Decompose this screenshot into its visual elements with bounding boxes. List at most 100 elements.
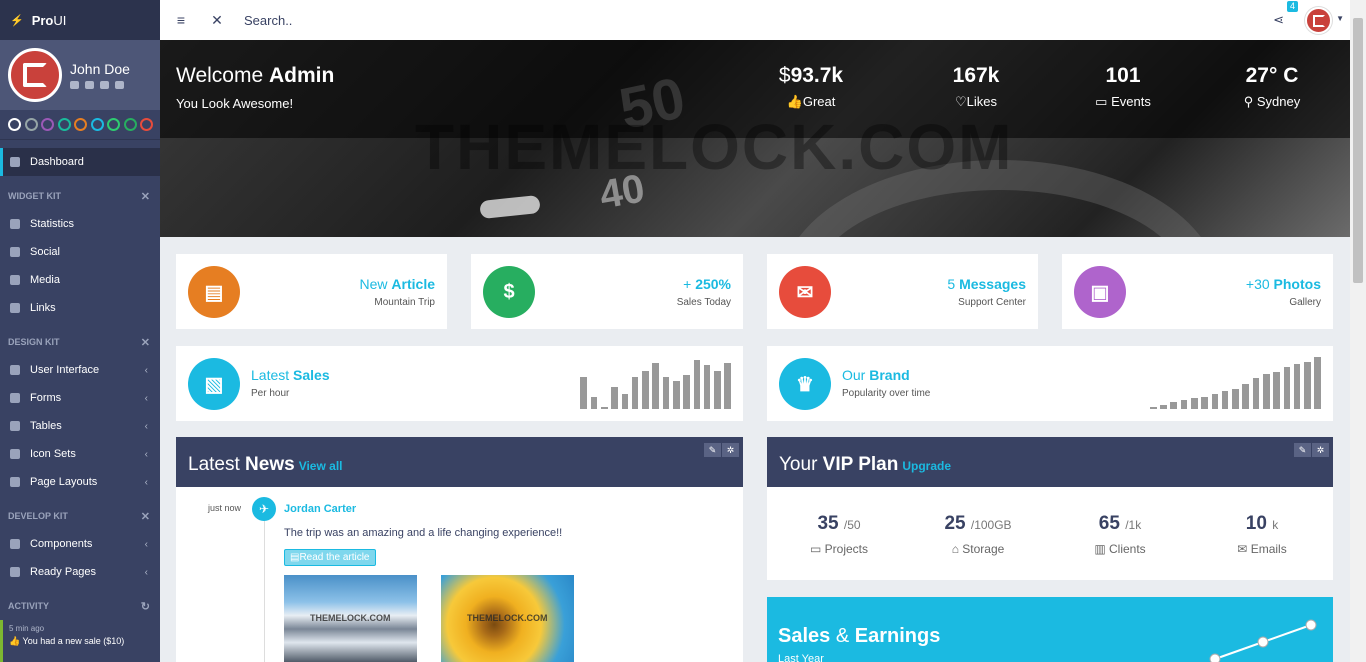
sidebar-item-page-layouts[interactable]: Page Layouts ‹ — [0, 468, 160, 496]
sales-bar — [601, 407, 608, 409]
news-block-body: just now ✈ Jordan Carter The trip was an… — [176, 487, 743, 662]
user-profile-icon[interactable] — [70, 81, 79, 89]
brush-icon — [10, 567, 20, 577]
share-icon[interactable]: ⋖ — [1273, 12, 1284, 28]
theme-dot-5[interactable] — [90, 118, 104, 131]
sidebar-item-label: Social — [30, 246, 60, 258]
scrollbar[interactable] — [1350, 0, 1366, 662]
grid-icon — [10, 477, 20, 487]
airplane-icon: ✈ — [252, 497, 276, 521]
theme-dot-4[interactable] — [74, 118, 87, 131]
nav-header-label: ACTIVITY — [8, 601, 50, 611]
view-all-link[interactable]: View all — [299, 459, 343, 473]
earnings-point[interactable] — [1209, 653, 1221, 662]
map-marker-icon: ⚲ — [1243, 94, 1257, 109]
widget-subtitle: Mountain Trip — [374, 297, 435, 308]
sidebar-item-links[interactable]: Links — [0, 294, 160, 322]
theme-dot-8[interactable] — [140, 118, 153, 131]
sidebar-item-components[interactable]: Components ‹ — [0, 530, 160, 558]
sparkline-our-brand — [1149, 357, 1321, 409]
news-image-mountain[interactable]: THEMELOCK.COM — [284, 575, 417, 662]
widget-subtitle: Sales Today — [676, 297, 731, 308]
hero-stat-events[interactable]: 101 ▭ Events — [1068, 64, 1178, 110]
sidebar-item-ready-pages[interactable]: Ready Pages ‹ — [0, 558, 160, 586]
theme-dot-2[interactable] — [41, 118, 54, 131]
hdd-icon: ⌂ — [951, 542, 963, 556]
pencil-icon[interactable]: ✎ — [704, 443, 721, 457]
sign-out-icon[interactable] — [115, 81, 124, 89]
earnings-point[interactable] — [1257, 636, 1269, 648]
sidebar-item-label: Forms — [30, 392, 62, 404]
widget-title-bold: Messages — [959, 276, 1026, 292]
chevron-down-icon[interactable]: ▼ — [1336, 14, 1344, 23]
scrollbar-thumb[interactable] — [1353, 18, 1363, 283]
sidebar-item-user-interface[interactable]: User Interface ‹ — [0, 356, 160, 384]
news-image-flower[interactable]: THEMELOCK.COM — [441, 575, 574, 662]
sidebar-item-tables[interactable]: Tables ‹ — [0, 412, 160, 440]
read-article-button[interactable]: ▤ Read the article — [284, 549, 376, 566]
gear-icon[interactable] — [100, 81, 109, 89]
wrench-toggle-icon[interactable]: ✕ — [202, 0, 232, 40]
widget-photos[interactable]: ▣ +30 Photos Gallery — [1062, 254, 1333, 329]
wrench-icon[interactable]: ✕ — [141, 336, 150, 349]
nav-header-design-kit: DESIGN KIT ✕ — [0, 328, 160, 356]
brand-bar — [1314, 357, 1321, 409]
theme-selector — [0, 110, 160, 140]
heart-icon: ♡ — [954, 94, 967, 109]
widget-messages[interactable]: ✉ 5 Messages Support Center — [767, 254, 1038, 329]
vip-stat-clients: 65 /1k ▥ Clients — [1050, 513, 1190, 556]
pencil-icon[interactable]: ✎ — [1294, 443, 1311, 457]
chevron-left-icon: ‹ — [144, 538, 148, 550]
envelope-icon[interactable] — [85, 81, 94, 89]
sidebar-item-icon-sets[interactable]: Icon Sets ‹ — [0, 440, 160, 468]
user-name[interactable]: John Doe — [70, 61, 130, 77]
menu-toggle-icon[interactable]: ≡ — [166, 0, 196, 40]
sidebar-item-statistics[interactable]: Statistics — [0, 210, 160, 238]
cog-icon[interactable]: ✲ — [1312, 443, 1329, 457]
user-avatar[interactable] — [1305, 7, 1332, 34]
stat-label: Emails — [1250, 542, 1287, 556]
widget-sales-today[interactable]: $ + 250% Sales Today — [471, 254, 743, 329]
sidebar-item-social[interactable]: Social — [0, 238, 160, 266]
file-text-icon: ▤ — [204, 281, 224, 304]
sidebar-item-dashboard[interactable]: Dashboard — [0, 148, 160, 176]
widget-our-brand[interactable]: ♛ Our Brand Popularity over time — [767, 346, 1333, 421]
stat-value: 167k — [952, 64, 1000, 87]
sidebar: ⚡ Pro UI John Doe Dashboard WIDGET KIT ✕… — [0, 0, 160, 662]
refresh-icon[interactable]: ↻ — [141, 600, 150, 613]
welcome-prefix: Welcome — [176, 64, 264, 87]
brand-bar — [1149, 407, 1157, 409]
theme-dot-7[interactable] — [123, 118, 137, 131]
hero-stat-weather[interactable]: 27° C ⚲ Sydney — [1217, 64, 1327, 110]
sidebar-item-label: Page Layouts — [30, 476, 98, 488]
wrench-icon[interactable]: ✕ — [141, 190, 150, 203]
stat-value: 27° C — [1245, 64, 1299, 87]
widget-latest-sales[interactable]: ▧ Latest Sales Per hour — [176, 346, 743, 421]
theme-dot-6[interactable] — [107, 118, 120, 131]
sidebar-item-media[interactable]: Media — [0, 266, 160, 294]
currency-symbol: $ — [778, 64, 791, 87]
sidebar-nav: Dashboard WIDGET KIT ✕ Statistics Social… — [0, 148, 160, 620]
widget-new-article[interactable]: ▤ New Article Mountain Trip — [176, 254, 447, 329]
vip-stat-storage: 25 /100GB ⌂ Storage — [908, 513, 1048, 556]
cog-icon[interactable]: ✲ — [722, 443, 739, 457]
hero-stat-likes[interactable]: 167k ♡Likes — [921, 64, 1031, 110]
wrench-icon[interactable]: ✕ — [141, 510, 150, 523]
avatar[interactable] — [8, 48, 62, 102]
theme-dot-0[interactable] — [8, 118, 21, 131]
hero-stat-revenue[interactable]: $93.7k 👍Great — [756, 64, 866, 110]
news-author-link[interactable]: Jordan Carter — [284, 503, 356, 515]
picture-icon: ▣ — [1090, 281, 1110, 304]
brand-link[interactable]: ⚡ Pro UI — [0, 0, 160, 40]
chevron-left-icon: ‹ — [144, 420, 148, 432]
sales-earnings-block: Sales & Earnings Last Year — [767, 597, 1333, 662]
sidebar-item-forms[interactable]: Forms ‹ — [0, 384, 160, 412]
search-input[interactable] — [244, 12, 544, 28]
brand-bar — [1160, 405, 1167, 409]
upgrade-link[interactable]: Upgrade — [902, 459, 951, 473]
stat-label: Great — [802, 94, 836, 109]
theme-dot-1[interactable] — [24, 118, 38, 131]
circle-messages: ✉ — [779, 266, 831, 318]
theme-dot-3[interactable] — [57, 118, 71, 131]
earnings-point[interactable] — [1305, 619, 1317, 631]
